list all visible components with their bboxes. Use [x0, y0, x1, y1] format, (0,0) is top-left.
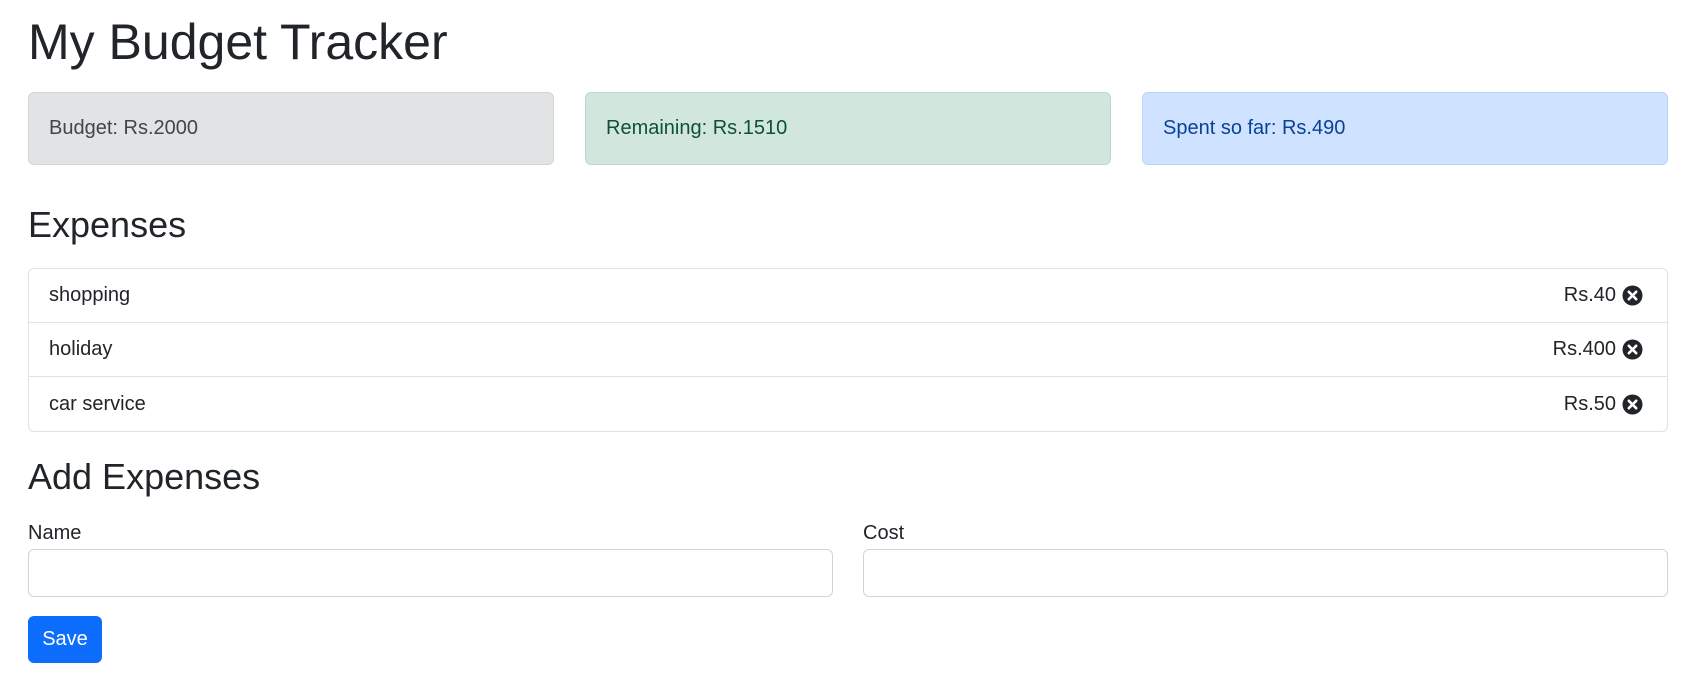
expense-list: shopping Rs.40 holiday Rs.400 car servic… [28, 268, 1668, 432]
name-label: Name [28, 522, 82, 544]
expense-item: car service Rs.50 [29, 377, 1667, 431]
budget-card: Budget: Rs.2000 [28, 92, 554, 165]
expense-cost: Rs.50 [1563, 392, 1616, 415]
summary-cards: Budget: Rs.2000 Remaining: Rs.1510 Spent… [28, 92, 1668, 165]
expense-cost-group: Rs.400 [1553, 338, 1643, 361]
add-expenses-heading: Add Expenses [28, 456, 261, 497]
expense-name: car service [49, 392, 146, 415]
expense-name: shopping [49, 284, 131, 306]
budget-text: Budget: Rs.2000 [49, 117, 198, 139]
spent-text: Spent so far: Rs.490 [1163, 117, 1346, 139]
save-button[interactable]: Save [28, 616, 102, 663]
expense-cost-group: Rs.40 [1564, 284, 1643, 307]
remaining-text: Remaining: Rs.1510 [606, 117, 788, 139]
expense-item: shopping Rs.40 [29, 269, 1667, 323]
cost-label: Cost [863, 522, 905, 544]
expense-cost: Rs.40 [1563, 284, 1616, 306]
name-field-group: Name [28, 521, 833, 597]
cost-input[interactable] [863, 549, 1668, 597]
name-input[interactable] [28, 549, 833, 597]
delete-expense-icon[interactable] [1622, 339, 1643, 360]
expense-name: holiday [49, 338, 113, 360]
expenses-heading: Expenses [28, 204, 187, 245]
expense-item: holiday Rs.400 [29, 323, 1667, 377]
expense-cost-group: Rs.50 [1564, 393, 1643, 416]
delete-expense-icon[interactable] [1622, 285, 1643, 306]
expense-cost: Rs.400 [1552, 338, 1616, 360]
page-title: My Budget Tracker [28, 14, 448, 70]
delete-expense-icon[interactable] [1622, 394, 1643, 415]
spent-card: Spent so far: Rs.490 [1142, 92, 1668, 165]
remaining-card: Remaining: Rs.1510 [585, 92, 1111, 165]
cost-field-group: Cost [863, 521, 1668, 597]
